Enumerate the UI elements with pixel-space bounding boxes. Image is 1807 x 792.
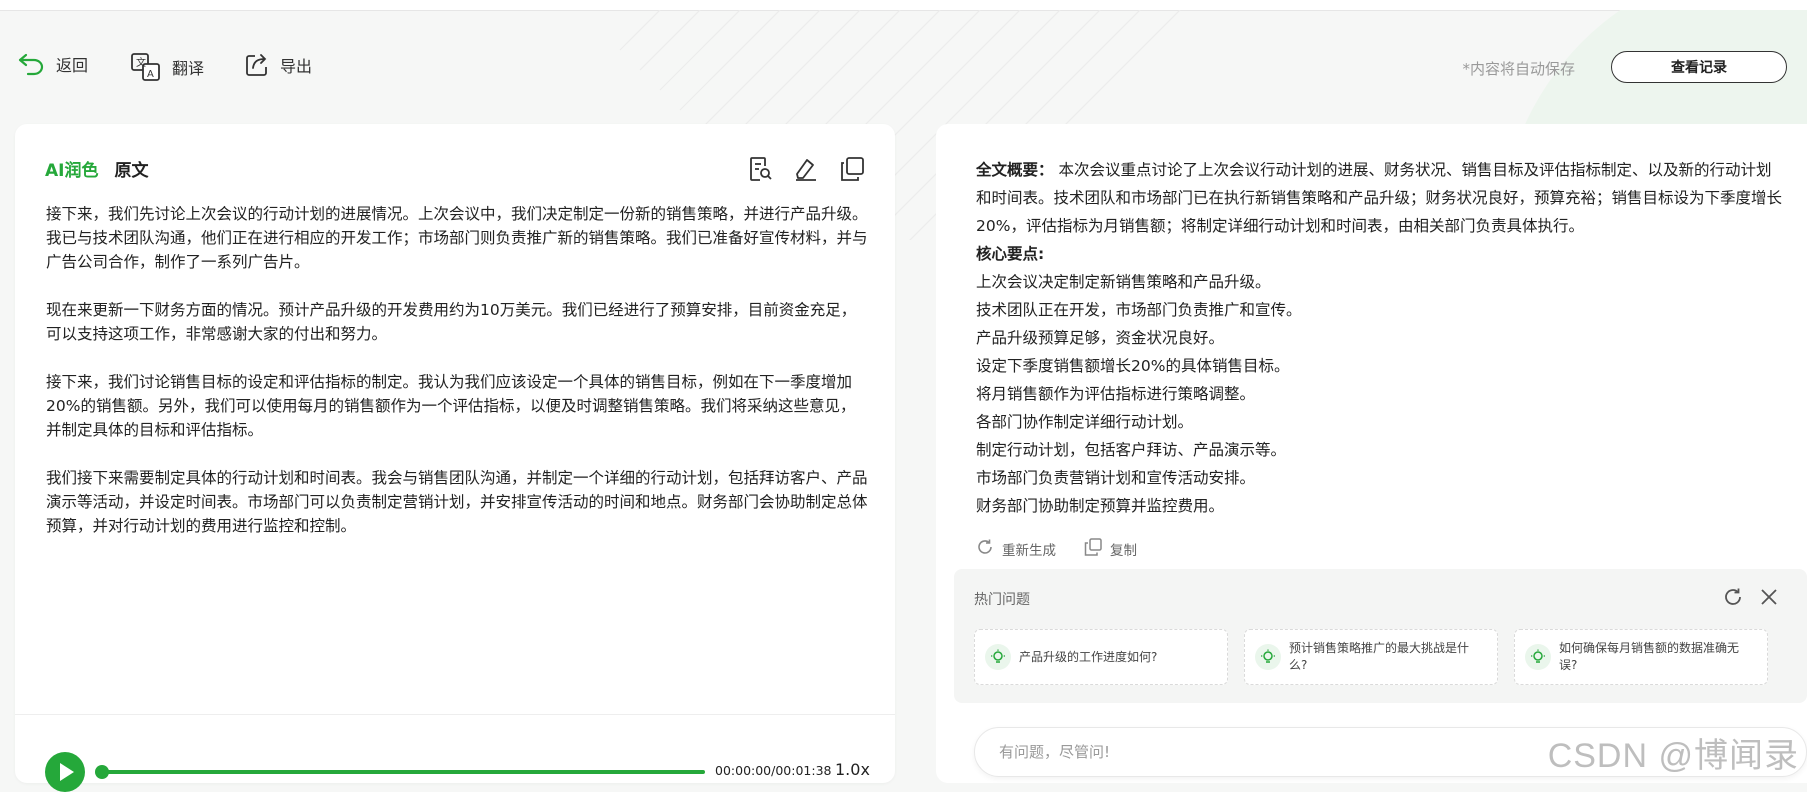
summary-content: 全文概要： 本次会议重点讨论了上次会议行动计划的进展、财务状况、销售目标及评估指…: [976, 156, 1786, 520]
tab-original[interactable]: 原文: [114, 156, 148, 181]
lightbulb-icon: [1525, 644, 1551, 670]
svg-text:A: A: [147, 69, 154, 80]
eraser-icon[interactable]: [793, 156, 819, 186]
export-button[interactable]: 导出: [244, 52, 312, 78]
hot-question-card[interactable]: 产品升级的工作进度如何?: [974, 629, 1228, 685]
list-item: 各部门协作制定详细行动计划。: [976, 413, 1194, 431]
play-button[interactable]: [45, 752, 85, 792]
svg-text:文: 文: [136, 56, 146, 69]
summary-block: 全文概要： 本次会议重点讨论了上次会议行动计划的进展、财务状况、销售目标及评估指…: [976, 156, 1786, 240]
tab-ai-polish[interactable]: AI润色: [45, 156, 98, 181]
summary-panel: 全文概要： 本次会议重点讨论了上次会议行动计划的进展、财务状况、销售目标及评估指…: [936, 124, 1807, 783]
back-arrow-icon: [16, 52, 46, 76]
refresh-icon[interactable]: [1723, 587, 1743, 611]
hot-question-text: 产品升级的工作进度如何?: [1019, 649, 1158, 664]
list-item: 产品升级预算足够，资金状况良好。: [976, 329, 1225, 347]
panel-tabs: AI润色 原文: [45, 156, 148, 181]
core-points-list: 上次会议决定制定新销售策略和产品升级。 技术团队正在开发，市场部门负责推广和宣传…: [976, 268, 1786, 520]
summary-text: 本次会议重点讨论了上次会议行动计划的进展、财务状况、销售目标及评估指标制定、以及…: [976, 161, 1783, 235]
panel-actions: [749, 156, 865, 186]
translate-icon: 文A: [130, 52, 162, 82]
search-document-icon[interactable]: [749, 156, 773, 186]
list-item: 设定下季度销售额增长20%的具体销售目标。: [976, 357, 1290, 375]
translate-button[interactable]: 文A 翻译: [130, 52, 204, 82]
autosave-status: *内容将自动保存: [1462, 60, 1575, 78]
copy-icon[interactable]: [839, 156, 865, 186]
export-label: 导出: [280, 57, 313, 76]
list-item: 技术团队正在开发，市场部门负责推广和宣传。: [976, 301, 1302, 319]
list-item: 制定行动计划，包括客户拜访、产品演示等。: [976, 441, 1287, 459]
paragraph: 接下来，我们讨论销售目标的设定和评估指标的制定。我认为我们应该设定一个具体的销售…: [46, 373, 856, 439]
original-text-body: 接下来，我们先讨论上次会议的行动计划的进展情况。上次会议中，我们决定制定一份新的…: [46, 202, 868, 562]
summary-label: 全文概要：: [976, 161, 1054, 179]
refresh-icon: [976, 538, 994, 560]
paragraph: 现在来更新一下财务方面的情况。预计产品升级的开发费用约为10万美元。我们已经进行…: [46, 301, 857, 343]
export-icon: [244, 52, 270, 78]
original-text-panel: AI润色 原文 接下来，我们先讨论上次会议的行动计划的进展情况。上次会议中，我们…: [15, 124, 895, 792]
paragraph: 我们接下来需要制定具体的行动计划和时间表。我会与销售团队沟通，并制定一个详细的行…: [46, 469, 868, 535]
playback-speed[interactable]: 1.0x: [835, 760, 870, 779]
chat-input[interactable]: [974, 727, 1807, 777]
back-button[interactable]: 返回: [16, 52, 88, 76]
list-item: 将月销售额作为评估指标进行策略调整。: [976, 385, 1256, 403]
progress-handle[interactable]: [95, 765, 109, 779]
summary-actions: 重新生成 复制: [976, 538, 1137, 560]
hot-questions-panel: 热门问题 产品升级的工作进度如何? 预计销售策略推广的最大挑战是什么? 如何确保…: [954, 569, 1807, 703]
core-points-label: 核心要点:: [976, 245, 1045, 263]
hot-question-card[interactable]: 如何确保每月销售额的数据准确无误?: [1514, 629, 1768, 685]
hot-question-card[interactable]: 预计销售策略推广的最大挑战是什么?: [1244, 629, 1498, 685]
lightbulb-icon: [1255, 644, 1281, 670]
copy-button[interactable]: 复制: [1084, 538, 1137, 560]
view-records-button[interactable]: 查看记录: [1611, 51, 1787, 83]
copy-label: 复制: [1110, 543, 1137, 559]
playback-time: 00:00:00/00:01:38: [715, 763, 832, 778]
close-icon[interactable]: [1759, 587, 1779, 611]
paragraph: 接下来，我们先讨论上次会议的行动计划的进展情况。上次会议中，我们决定制定一份新的…: [46, 205, 868, 271]
lightbulb-icon: [985, 644, 1011, 670]
regenerate-button[interactable]: 重新生成: [976, 538, 1056, 560]
hot-question-text: 如何确保每月销售额的数据准确无误?: [1559, 641, 1740, 672]
hot-questions-title: 热门问题: [974, 592, 1030, 608]
hot-question-text: 预计销售策略推广的最大挑战是什么?: [1289, 641, 1470, 672]
copy-icon: [1084, 538, 1102, 560]
list-item: 财务部门协助制定预算并监控费用。: [976, 497, 1225, 515]
back-label: 返回: [56, 56, 89, 75]
audio-progress-bar[interactable]: [101, 770, 705, 774]
translate-label: 翻译: [172, 59, 205, 78]
list-item: 市场部门负责营销计划和宣传活动安排。: [976, 469, 1256, 487]
regenerate-label: 重新生成: [1002, 543, 1056, 559]
player-divider: [15, 714, 895, 715]
hot-question-list: 产品升级的工作进度如何? 预计销售策略推广的最大挑战是什么? 如何确保每月销售额…: [974, 629, 1768, 685]
window-top-bar: [0, 0, 1807, 11]
list-item: 上次会议决定制定新销售策略和产品升级。: [976, 273, 1271, 291]
